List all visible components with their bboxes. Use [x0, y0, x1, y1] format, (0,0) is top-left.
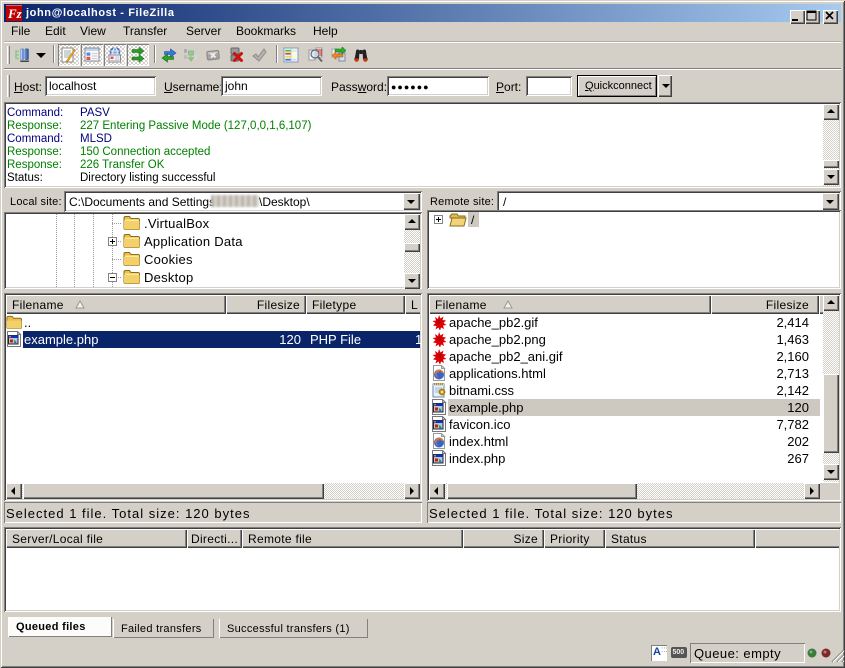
svg-text:Fz: Fz [7, 6, 22, 21]
